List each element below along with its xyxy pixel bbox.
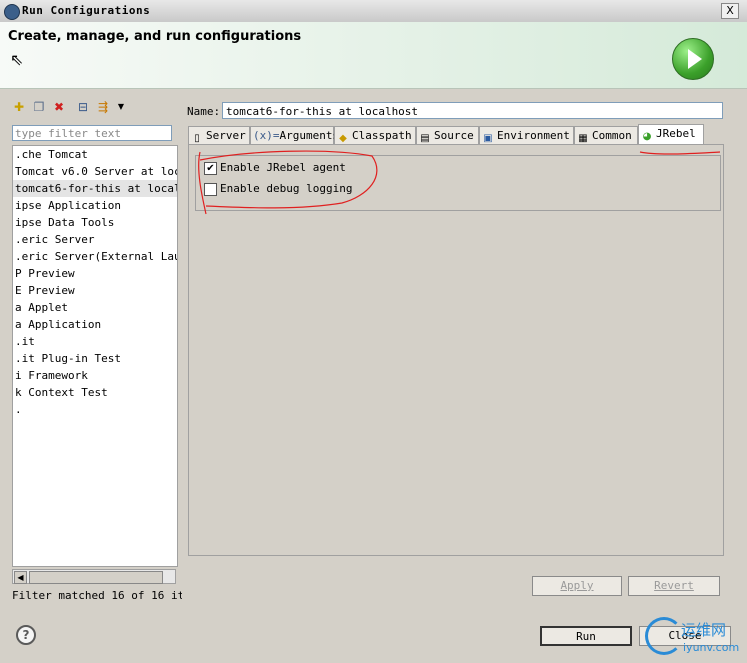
collapse-all-icon[interactable]: ⊟ bbox=[76, 100, 90, 114]
enable-debug-logging-checkbox[interactable] bbox=[204, 183, 217, 196]
watermark-domain: iyunv.com bbox=[683, 641, 740, 654]
apply-button[interactable]: Apply bbox=[532, 576, 622, 596]
jrebel-tab-content: ✔ Enable JRebel agent Enable debug loggi… bbox=[188, 144, 724, 556]
name-field[interactable]: tomcat6-for-this at localhost bbox=[222, 102, 723, 119]
tab-arguments[interactable]: (x)=Arguments bbox=[250, 126, 339, 144]
filter-status: Filter matched 16 of 16 iter bbox=[12, 589, 182, 602]
tree-item[interactable]: . bbox=[13, 401, 177, 418]
scrollbar-thumb[interactable] bbox=[29, 571, 163, 584]
jrebel-options-group: ✔ Enable JRebel agent Enable debug loggi… bbox=[195, 155, 721, 211]
tree-item[interactable]: .it Plug-in Test bbox=[13, 350, 177, 367]
editor-tabs: ▯ Server (x)=Arguments ◆ Classpath ▤ Source… bbox=[188, 124, 724, 144]
tab-source[interactable]: ▤ Source bbox=[416, 126, 479, 144]
revert-button[interactable]: Revert bbox=[628, 576, 720, 596]
tree-item[interactable]: i Framework bbox=[13, 367, 177, 384]
tree-item[interactable]: ipse Data Tools bbox=[13, 214, 177, 231]
window-title: Run Configurations bbox=[22, 4, 151, 17]
tree-item[interactable]: Tomcat v6.0 Server at local bbox=[13, 163, 177, 180]
tree-item[interactable]: .eric Server bbox=[13, 231, 177, 248]
close-window-button[interactable]: X bbox=[721, 3, 739, 19]
watermark-text: 运维网 bbox=[681, 621, 727, 639]
configurations-panel: ✚ ❐ ✖ ⊟ ⇶ ▼ type filter text .che Tomcat… bbox=[8, 95, 182, 607]
tree-item[interactable]: a Application bbox=[13, 316, 177, 333]
tree-item-selected[interactable]: tomcat6-for-this at localho bbox=[13, 180, 177, 197]
enable-jrebel-agent-checkbox[interactable]: ✔ bbox=[204, 162, 217, 175]
duplicate-icon[interactable]: ❐ bbox=[32, 100, 46, 114]
horizontal-scrollbar[interactable]: ◀ bbox=[12, 569, 176, 584]
arguments-icon: (x)= bbox=[253, 129, 280, 142]
filter-icon[interactable]: ⇶ bbox=[96, 100, 110, 114]
configurations-tree[interactable]: .che Tomcat Tomcat v6.0 Server at local … bbox=[12, 145, 178, 567]
run-button[interactable]: Run bbox=[540, 626, 632, 646]
jrebel-icon: ◕ bbox=[642, 131, 652, 142]
header-banner: Create, manage, and run configurations ⇖ bbox=[0, 22, 747, 89]
view-menu-chevron-down-icon[interactable]: ▼ bbox=[114, 100, 128, 114]
enable-jrebel-agent-label: Enable JRebel agent bbox=[220, 161, 346, 174]
new-configuration-icon[interactable]: ✚ bbox=[12, 100, 26, 114]
delete-icon[interactable]: ✖ bbox=[52, 100, 66, 114]
configuration-editor: Name: tomcat6-for-this at localhost ▯ Ser… bbox=[184, 95, 726, 607]
tree-item[interactable]: .che Tomcat bbox=[13, 146, 177, 163]
mouse-cursor-icon: ⇖ bbox=[10, 50, 24, 69]
enable-debug-logging-label: Enable debug logging bbox=[220, 182, 353, 195]
filter-input[interactable]: type filter text bbox=[12, 125, 172, 141]
dialog-heading: Create, manage, and run configurations bbox=[8, 29, 302, 44]
scroll-left-icon[interactable]: ◀ bbox=[14, 571, 27, 584]
watermark-logo: 运维网 iyunv.com bbox=[643, 615, 747, 663]
tree-item[interactable]: a Applet bbox=[13, 299, 177, 316]
title-bar: Run Configurations X bbox=[0, 0, 747, 23]
watermark-ring-icon bbox=[645, 617, 683, 655]
tab-server[interactable]: ▯ Server bbox=[188, 126, 250, 144]
tree-item[interactable]: .it bbox=[13, 333, 177, 350]
help-icon[interactable]: ? bbox=[16, 625, 36, 645]
configurations-toolbar: ✚ ❐ ✖ ⊟ ⇶ ▼ bbox=[10, 97, 176, 119]
tab-environment[interactable]: ▣ Environment bbox=[479, 126, 574, 144]
tab-common[interactable]: ▦ Common bbox=[574, 126, 638, 144]
tree-item[interactable]: ipse Application bbox=[13, 197, 177, 214]
tree-item[interactable]: P Preview bbox=[13, 265, 177, 282]
tab-classpath[interactable]: ◆ Classpath bbox=[334, 126, 416, 144]
tree-item[interactable]: .eric Server(External Launch bbox=[13, 248, 177, 265]
tree-item[interactable]: k Context Test bbox=[13, 384, 177, 401]
app-gear-icon bbox=[4, 4, 20, 20]
run-icon bbox=[672, 38, 714, 80]
name-label: Name: bbox=[187, 105, 221, 118]
tree-item[interactable]: E Preview bbox=[13, 282, 177, 299]
tab-jrebel[interactable]: ◕ JRebel bbox=[638, 124, 704, 144]
